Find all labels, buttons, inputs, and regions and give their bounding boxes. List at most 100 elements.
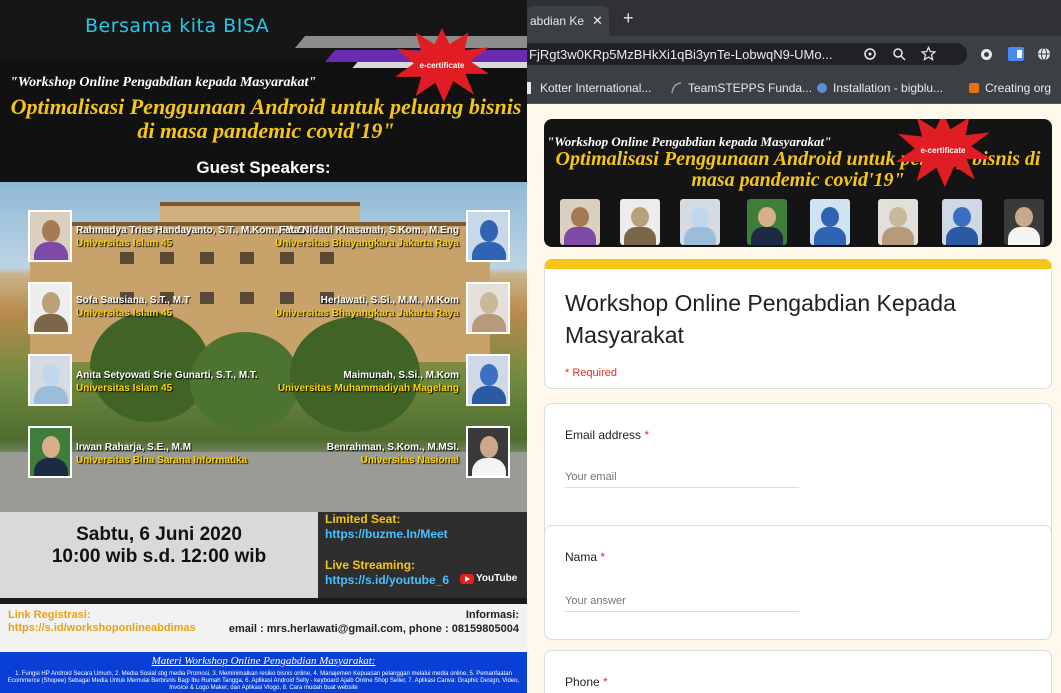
event-time: 10:00 wib s.d. 12:00 wib xyxy=(51,546,267,567)
bigbluebutton-icon xyxy=(817,83,827,93)
tab-title: abdian Ke xyxy=(530,14,585,28)
email-label: Email address xyxy=(565,428,642,442)
speaker-photo xyxy=(466,282,510,334)
question-label: Phone * xyxy=(565,675,608,689)
informasi-label: Informasi: xyxy=(465,609,519,621)
speaker-university: Universitas Muhammadiyah Magelang xyxy=(277,383,459,394)
registration-url: https://s.id/workshoponlineabdimas xyxy=(8,622,196,634)
window xyxy=(320,252,334,264)
required-note: * Required xyxy=(565,367,617,379)
question-label: Email address * xyxy=(565,428,649,442)
speaker-name: Benrahman, S.Kom., M.MSI. xyxy=(326,442,459,453)
workshop-poster: Bersama kita BISA e-certificate "Worksho… xyxy=(0,0,527,693)
poster-workshop-name: "Workshop Online Pengabdian kepada Masya… xyxy=(10,75,317,90)
question-label: Nama * xyxy=(565,550,605,564)
campus-photo: Rahmadya Trias Handayanto, S.T., M.Kom.,… xyxy=(0,182,527,512)
office-icon xyxy=(969,83,979,93)
phone-label: Phone xyxy=(565,675,600,689)
banner-speaker-photo xyxy=(810,199,850,245)
banner-speaker-photo xyxy=(560,199,600,245)
speaker-name: Herlawati, S.Si., M.M., M.Kom xyxy=(320,295,459,306)
banner-speaker-photo xyxy=(620,199,660,245)
window xyxy=(280,252,294,264)
youtube-logo: YouTube xyxy=(460,573,517,584)
poster-motto: Bersama kita BISA xyxy=(85,15,270,37)
address-bar[interactable]: FjRgt3w0KRp5MzBHkXi1qBi3ynTe-LobwqN9-UMo… xyxy=(527,43,967,65)
speaker-university: Universitas Islam 45 xyxy=(76,238,173,249)
translate-extension-icon[interactable] xyxy=(1008,47,1024,61)
window xyxy=(160,252,174,264)
speaker-university: Universitas Bina Sarana Informatika xyxy=(76,455,248,466)
bookmark-curve-icon xyxy=(671,82,682,94)
banner-speaker-photo xyxy=(747,199,787,245)
tree xyxy=(190,332,300,432)
poster-stripe-grey xyxy=(294,36,527,48)
bookmark-label: Creating org xyxy=(985,81,1052,95)
zoom-icon[interactable] xyxy=(892,47,906,61)
star-icon[interactable] xyxy=(921,46,936,61)
nama-field[interactable] xyxy=(565,590,799,612)
window xyxy=(240,292,254,304)
url-text: FjRgt3w0KRp5MzBHkXi1qBi3ynTe-LobwqN9-UMo… xyxy=(529,47,833,62)
form-title: Workshop Online Pengabdian Kepada Masyar… xyxy=(565,290,956,348)
banner-certificate-label: e-certificate xyxy=(920,145,966,155)
youtube-icon xyxy=(460,573,474,584)
bookmark-item[interactable]: Creating org xyxy=(969,81,1051,95)
bookmark-label: Kotter International... xyxy=(540,81,652,95)
materi-title: Materi Workshop Online Pengabdian Masyar… xyxy=(151,655,376,667)
new-tab-button[interactable]: + xyxy=(623,8,634,29)
speaker-photo xyxy=(466,426,510,478)
limited-seat-url: https://buzme.In/Meet xyxy=(325,527,448,541)
speaker-name: Fata Nidaul Khasanah, S.Kom., M.Eng xyxy=(278,225,459,236)
window xyxy=(240,252,254,264)
window xyxy=(120,252,134,264)
speaker-university: Universitas Nasional xyxy=(360,455,459,466)
live-streaming-url: https://s.id/youtube_6 xyxy=(325,573,450,587)
globe-icon[interactable] xyxy=(1037,47,1051,61)
speaker-photo xyxy=(28,282,72,334)
bookmark-item[interactable]: Installation - bigblu... xyxy=(817,81,943,95)
youtube-label: YouTube xyxy=(476,573,518,584)
banner-speaker-photo xyxy=(680,199,720,245)
form-title-card: Workshop Online Pengabdian Kepada Masyar… xyxy=(544,259,1052,389)
required-asterisk: * xyxy=(644,428,650,442)
required-asterisk: * xyxy=(600,550,606,564)
extension-icon[interactable] xyxy=(980,48,993,61)
materi-text: 1. Fungsi HP Android Secara Umum, 2. Med… xyxy=(7,671,520,691)
speaker-photo xyxy=(28,426,72,478)
speaker-university: Universitas Islam 45 xyxy=(76,383,173,394)
speaker-photo xyxy=(466,210,510,262)
screenshot-root: Bersama kita BISA e-certificate "Worksho… xyxy=(0,0,1061,693)
certificate-label: e-certificate xyxy=(419,60,465,70)
tab-active[interactable]: abdian Ke ✕ xyxy=(527,6,609,36)
speaker-name: Sofa Sausiana, S.T., M.T xyxy=(76,295,190,306)
email-field[interactable] xyxy=(565,466,799,488)
window xyxy=(200,252,214,264)
share-icon[interactable] xyxy=(863,47,877,61)
banner-speaker-photo xyxy=(942,199,982,245)
speaker-photo xyxy=(28,210,72,262)
required-asterisk: * xyxy=(603,675,608,689)
bookmark-label: TeamSTEPPS Funda... xyxy=(688,81,813,95)
tab-strip: abdian Ke ✕ + xyxy=(527,0,1061,36)
banner-speaker-photo xyxy=(878,199,918,245)
bookmarks-bar: Kotter International... TeamSTEPPS Funda… xyxy=(527,72,1061,104)
browser-window: abdian Ke ✕ + FjRgt3w0KRp5MzBHkXi1qBi3yn… xyxy=(527,0,1061,693)
form-header-image: "Workshop Online Pengabdian kepada Masya… xyxy=(544,119,1052,247)
speaker-name: Anita Setyowati Srie Gunarti, S.T., M.T. xyxy=(76,370,258,381)
event-date-time: Sabtu, 6 Juni 2020 10:00 wib s.d. 12:00 … xyxy=(0,524,318,568)
speaker-name: Irwan Raharja, S.E., M.M xyxy=(76,442,192,453)
browser-toolbar: FjRgt3w0KRp5MzBHkXi1qBi3ynTe-LobwqN9-UMo… xyxy=(527,36,1061,72)
guest-speakers-heading: Guest Speakers: xyxy=(196,158,331,177)
speaker-name: Maimunah, S.Si., M.Kom xyxy=(343,370,459,381)
bookmark-item[interactable]: Kotter International... xyxy=(540,81,651,95)
bookmark-edge xyxy=(527,82,531,94)
window xyxy=(200,292,214,304)
question-card-phone: Phone * xyxy=(544,650,1052,693)
speaker-university: Universitas Bhayangkara Jakarta Raya xyxy=(275,308,459,319)
close-icon[interactable]: ✕ xyxy=(592,13,603,29)
nama-label: Nama xyxy=(565,550,598,564)
bookmark-label: Installation - bigblu... xyxy=(833,81,944,95)
bookmark-item[interactable]: TeamSTEPPS Funda... xyxy=(670,81,812,95)
limited-seat-label: Limited Seat: xyxy=(325,512,401,526)
